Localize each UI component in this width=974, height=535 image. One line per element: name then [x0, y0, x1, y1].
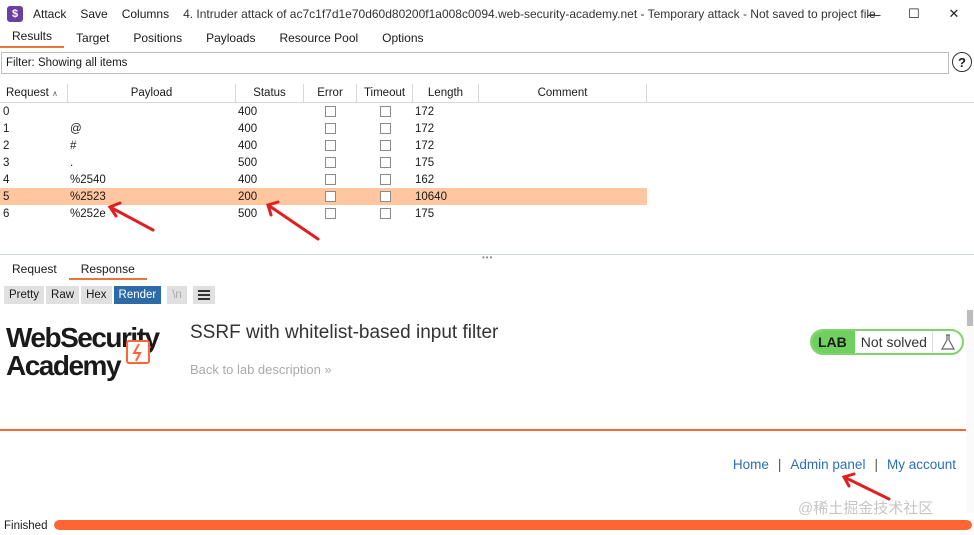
tab-results[interactable]: Results [0, 29, 65, 48]
column-header-status[interactable]: Status [236, 84, 304, 102]
pretty-button[interactable]: Pretty [4, 286, 45, 304]
table-row-selected[interactable]: 5 %2523 200 10640 [0, 188, 647, 205]
column-header-comment[interactable]: Comment [479, 84, 647, 102]
error-checkbox [325, 140, 336, 151]
tab-request[interactable]: Request [0, 262, 69, 280]
orange-divider [0, 429, 966, 431]
column-header-request[interactable]: Request ∧ [0, 84, 68, 102]
lab-label: LAB [812, 331, 855, 353]
timeout-checkbox [379, 157, 391, 168]
menu-icon[interactable] [192, 286, 215, 304]
attack-tabs: Results Target Positions Payloads Resour… [0, 28, 974, 48]
results-table: Request ∧ Payload Status Error Timeout L… [0, 84, 974, 222]
title-bar: $ Attack Save Columns 4. Intruder attack… [0, 0, 974, 28]
table-row[interactable]: 3 . 500 175 [0, 154, 974, 171]
nav-my-account-link[interactable]: My account [887, 457, 956, 472]
timeout-checkbox [379, 174, 391, 185]
progress-fill [54, 520, 972, 530]
filter-bar[interactable]: Filter: Showing all items [1, 52, 949, 74]
timeout-checkbox [379, 208, 391, 219]
error-checkbox [325, 123, 336, 134]
menu-save[interactable]: Save [80, 7, 107, 21]
flask-icon [932, 331, 962, 353]
render-button[interactable]: Render [113, 286, 162, 304]
lightning-icon [126, 340, 150, 364]
table-row[interactable]: 2 # 400 172 [0, 137, 974, 154]
window-title: 4. Intruder attack of ac7c1f7d1e70d60d80… [183, 7, 876, 21]
watermark: @稀土掘金技术社区 [798, 500, 934, 517]
lab-status-text: Not solved [860, 334, 927, 350]
drag-handle-icon[interactable]: ••• [482, 253, 493, 262]
menu-columns[interactable]: Columns [122, 7, 169, 21]
raw-button[interactable]: Raw [46, 286, 80, 304]
help-icon[interactable]: ? [952, 52, 972, 72]
burp-app-icon: $ [7, 6, 23, 22]
tab-target[interactable]: Target [64, 31, 121, 48]
tab-options[interactable]: Options [370, 31, 435, 48]
tab-payloads[interactable]: Payloads [194, 31, 267, 48]
vertical-scrollbar[interactable] [966, 308, 974, 513]
scrollbar-thumb[interactable] [967, 310, 973, 326]
nav-admin-panel-link[interactable]: Admin panel [790, 457, 865, 472]
table-body: 0 400 172 1 @ 400 172 2 # 400 172 3 . 50… [0, 103, 974, 222]
error-checkbox [325, 208, 336, 219]
maximize-button[interactable]: ☐ [894, 0, 934, 28]
timeout-checkbox [379, 191, 391, 202]
minimize-button[interactable]: — [854, 0, 894, 28]
back-to-lab-link[interactable]: Back to lab description » [190, 362, 332, 377]
tab-resource-pool[interactable]: Resource Pool [267, 31, 370, 48]
lab-title: SSRF with whitelist-based input filter [190, 322, 499, 343]
table-row[interactable]: 6 %252e 500 175 [0, 205, 974, 222]
view-mode-bar: Pretty Raw Hex Render \n [4, 286, 215, 304]
timeout-checkbox [379, 106, 391, 117]
menu-attack[interactable]: Attack [33, 7, 66, 21]
column-header-length[interactable]: Length [413, 84, 479, 102]
lab-status-badge: LAB Not solved [810, 329, 964, 355]
nav-home-link[interactable]: Home [733, 457, 769, 472]
progress-bar [54, 520, 972, 530]
nav-separator: | [777, 457, 782, 472]
table-row[interactable]: 4 %2540 400 162 [0, 171, 974, 188]
top-nav: Home | Admin panel | My account [733, 457, 956, 472]
error-checkbox [325, 106, 336, 117]
timeout-checkbox [379, 140, 391, 151]
table-row[interactable]: 1 @ 400 172 [0, 120, 974, 137]
status-bar: Finished [0, 516, 974, 535]
chevron-up-icon: ∧ [52, 89, 58, 98]
status-text: Finished [4, 519, 48, 532]
column-header-timeout[interactable]: Timeout [357, 84, 413, 102]
timeout-checkbox [379, 123, 391, 134]
table-header: Request ∧ Payload Status Error Timeout L… [0, 84, 974, 103]
web-security-academy-logo: WebSecurity Academy [6, 322, 160, 381]
hex-button[interactable]: Hex [81, 286, 112, 304]
rendered-response: WebSecurity Academy SSRF with whitelist-… [0, 308, 966, 513]
column-header-payload[interactable]: Payload [68, 84, 236, 102]
table-row[interactable]: 0 400 172 [0, 103, 974, 120]
message-tabs: Request Response [0, 262, 147, 280]
newline-toggle-button[interactable]: \n [167, 286, 187, 304]
error-checkbox [325, 174, 336, 185]
error-checkbox [325, 157, 336, 168]
close-button[interactable]: ✕ [934, 0, 974, 28]
column-header-error[interactable]: Error [304, 84, 357, 102]
window-controls: — ☐ ✕ [854, 0, 974, 28]
nav-separator: | [874, 457, 878, 472]
error-checkbox [325, 191, 336, 202]
tab-response[interactable]: Response [68, 262, 147, 280]
tab-positions[interactable]: Positions [121, 31, 194, 48]
